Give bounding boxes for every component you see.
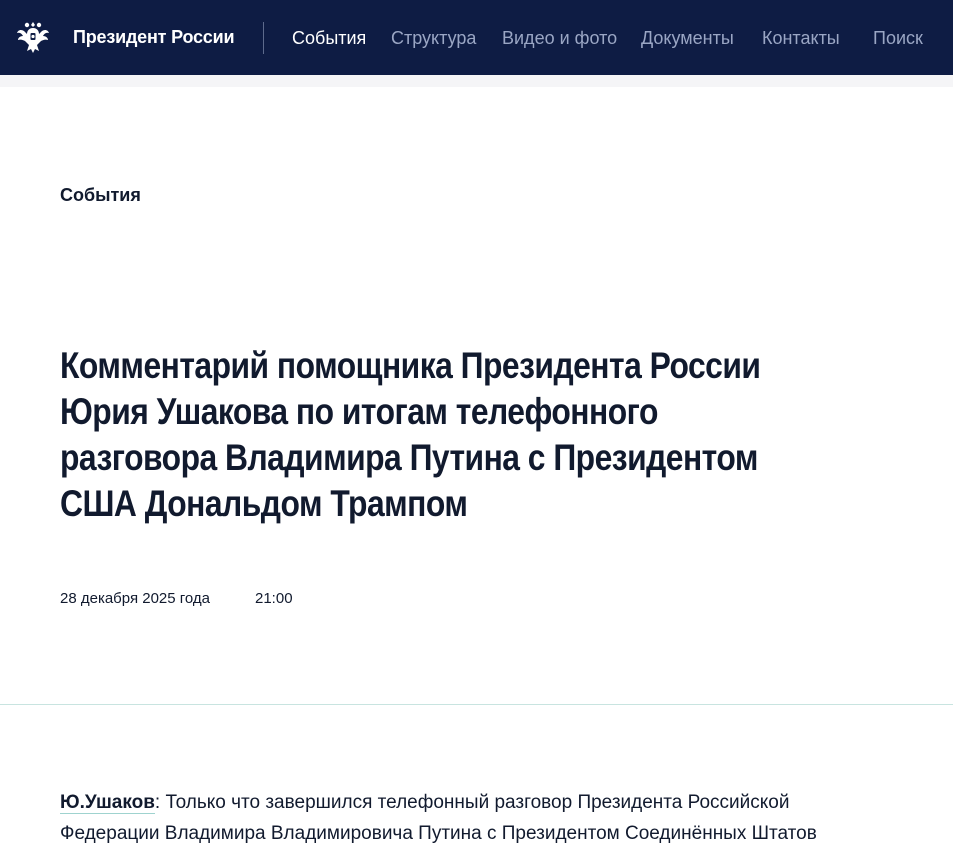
section-link-events[interactable]: События	[60, 185, 141, 206]
nav-item-video-photo[interactable]: Видео и фото	[502, 28, 617, 49]
nav-item-events[interactable]: События	[292, 28, 366, 49]
header-divider	[263, 22, 264, 54]
site-brand-link[interactable]: Президент России	[73, 27, 235, 48]
double-headed-eagle-emblem-icon[interactable]	[14, 18, 52, 56]
nav-item-structure[interactable]: Структура	[391, 28, 476, 49]
article-date: 28 декабря 2025 года	[60, 590, 211, 607]
nav-item-search[interactable]: Поиск	[873, 28, 923, 49]
content-divider	[0, 704, 953, 705]
article-title: Комментарий помощника Президента России …	[60, 345, 761, 524]
speaker-link[interactable]: Ю.Ушаков	[60, 792, 155, 814]
article-time: 21:00	[255, 590, 293, 607]
article-body-paragraph: Ю.Ушаков: Только что завершился телефонн…	[60, 787, 890, 849]
top-navigation-bar: Президент России События Структура Видео…	[0, 0, 953, 75]
article-body-text: Только что завершился телефонный разгово…	[60, 792, 817, 844]
header-shadow-strip	[0, 75, 953, 87]
nav-item-contacts[interactable]: Контакты	[762, 28, 840, 49]
nav-item-documents[interactable]: Документы	[641, 28, 734, 49]
